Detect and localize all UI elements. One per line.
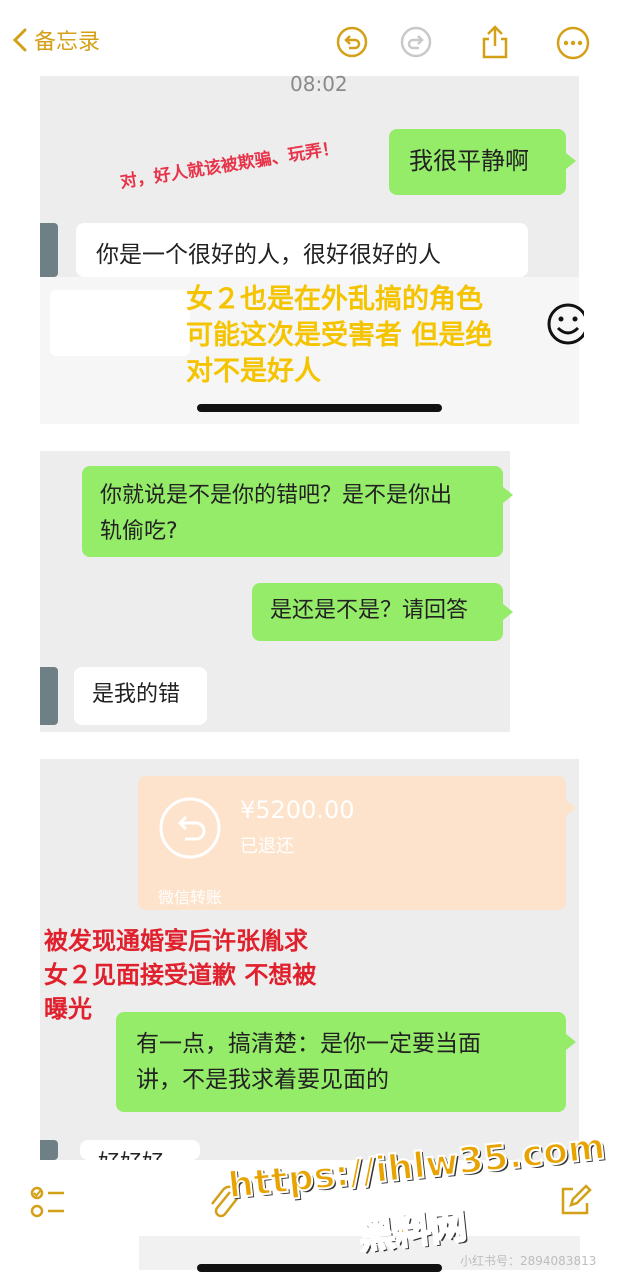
back-label: 备忘录 <box>34 30 101 55</box>
home-indicator <box>197 1264 442 1272</box>
transfer-amount: ¥5200.00 <box>240 796 355 824</box>
message-bubble-left: 好好好 <box>80 1140 200 1160</box>
avatar <box>40 1140 58 1160</box>
message-line: 讲，不是我求着要见面的 <box>136 1067 389 1093</box>
message-bubble-left: 是我的错 <box>74 667 207 725</box>
bubble-tail <box>566 153 576 169</box>
message-bubble-right: 是还是不是？请回答 <box>252 583 503 641</box>
annotation-line: 被发现通婚宴后许张胤求 <box>44 927 308 955</box>
bubble-tail <box>503 604 513 620</box>
message-line: 你就说是不是你的错吧？是不是你出 <box>100 483 453 508</box>
message-line: 有一点，搞清楚：是你一定要当面 <box>136 1031 481 1057</box>
undo-icon[interactable] <box>336 26 368 58</box>
avatar <box>40 223 58 277</box>
chat-time: 08:02 <box>290 72 348 96</box>
checklist-icon[interactable] <box>28 1184 68 1220</box>
avatar <box>40 667 58 725</box>
returned-transfer-icon <box>159 797 221 859</box>
emoji-icon[interactable] <box>544 300 584 348</box>
annotation-line: 可能这次是受害者 但是绝 <box>186 320 493 351</box>
bubble-tail <box>566 1034 576 1050</box>
annotation-line: 女２见面接受道歉 不想被 <box>44 961 317 989</box>
message-input[interactable] <box>50 290 190 356</box>
compose-icon[interactable] <box>558 1184 592 1218</box>
red-annotation: 被发现通婚宴后许张胤求 女２见面接受道歉 不想被 曝光 <box>44 924 316 1026</box>
message-bubble-right: 我很平静啊 <box>389 129 566 195</box>
message-bubble-left: 你是一个很好的人，很好很好的人 <box>76 223 528 277</box>
transfer-footer: 微信转账 <box>158 888 223 907</box>
back-button[interactable]: 备忘录 <box>12 24 100 56</box>
source-id: 小红书号：2894083813 <box>460 1254 597 1268</box>
yellow-annotation: 女２也是在外乱搞的角色 可能这次是受害者 但是绝 对不是好人 <box>186 282 492 390</box>
share-icon[interactable] <box>480 24 510 60</box>
message-bubble-right: 你就说是不是你的错吧？是不是你出 轨偷吃? <box>82 466 503 557</box>
annotation-line: 对不是好人 <box>186 356 321 387</box>
message-bubble-right: 有一点，搞清楚：是你一定要当面 讲，不是我求着要见面的 <box>116 1012 566 1112</box>
more-options-icon[interactable] <box>556 26 590 60</box>
partial-message: 好好好 <box>98 1146 182 1160</box>
transfer-card[interactable]: ¥5200.00 已退还 微信转账 <box>138 776 566 910</box>
bubble-tail <box>566 800 576 816</box>
message-line: 轨偷吃? <box>100 519 178 544</box>
annotation-line: 女２也是在外乱搞的角色 <box>186 284 483 315</box>
chevron-left-icon <box>12 28 27 52</box>
redo-icon[interactable] <box>400 26 432 58</box>
transfer-status: 已退还 <box>240 836 294 857</box>
bubble-tail <box>503 487 513 503</box>
home-indicator <box>197 404 442 412</box>
